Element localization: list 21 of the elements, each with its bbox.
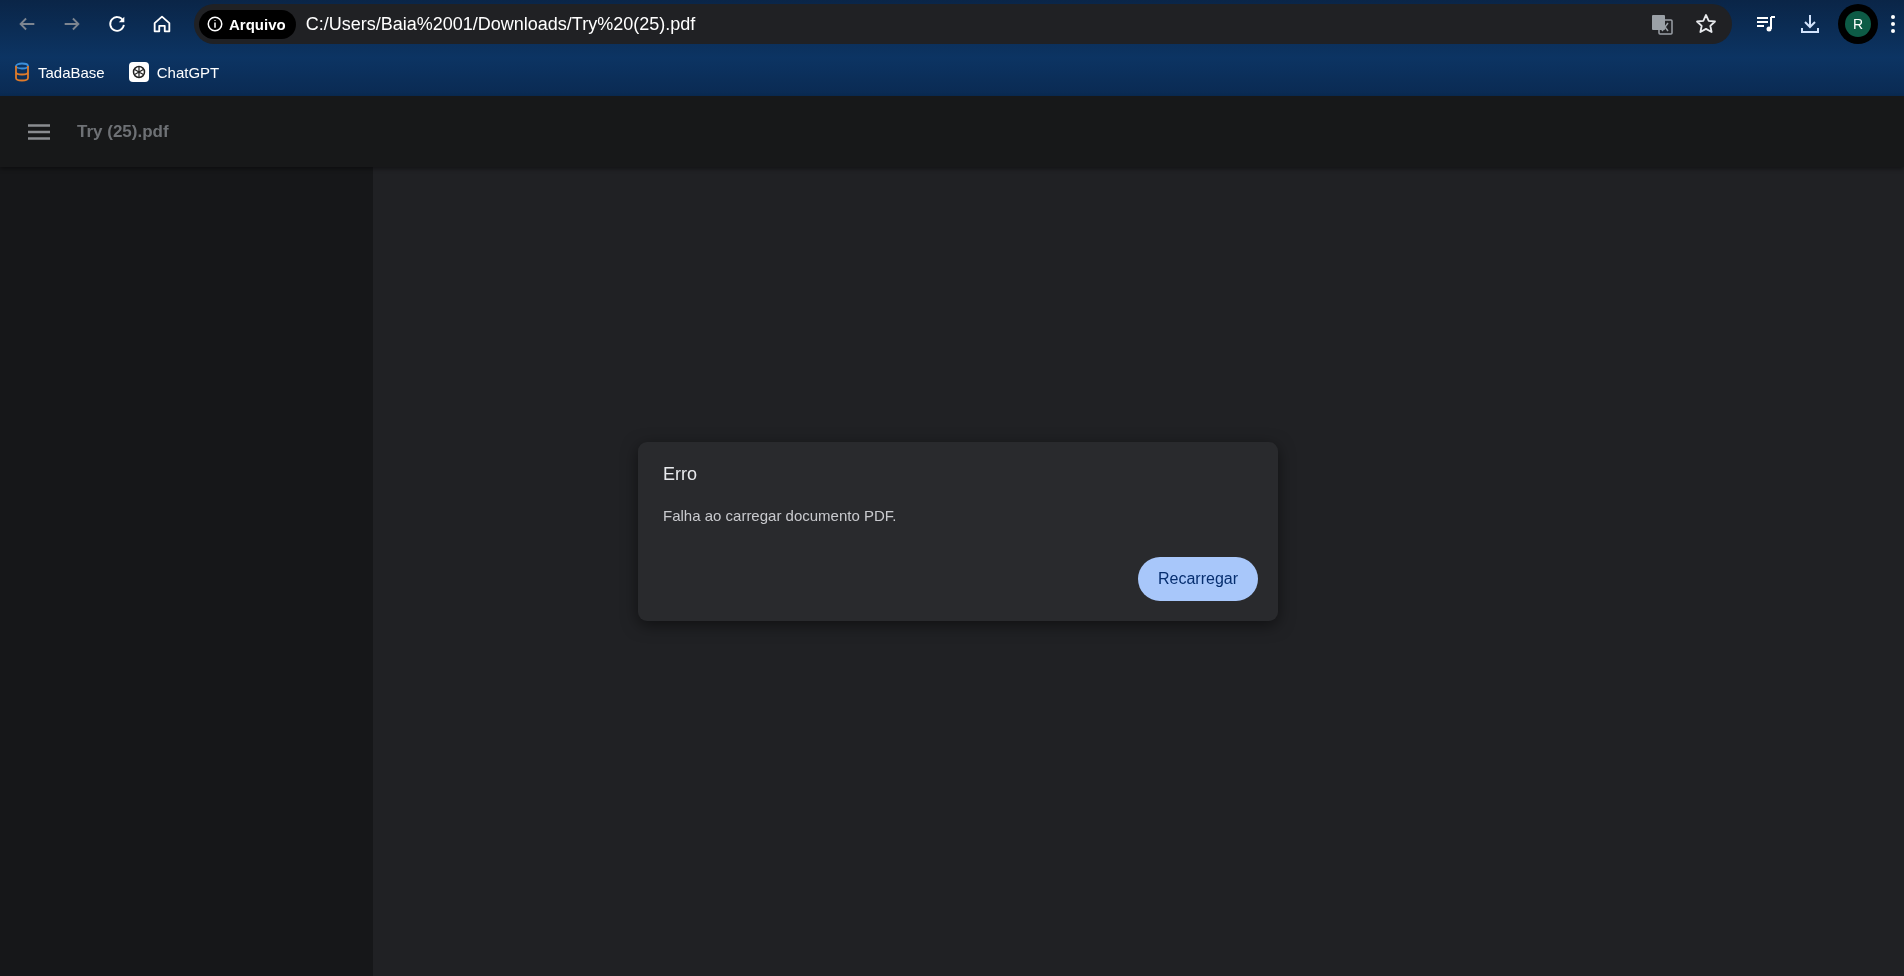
- menu-icon: [28, 123, 50, 140]
- file-chip[interactable]: Arquivo: [199, 9, 296, 39]
- info-icon: [206, 15, 224, 33]
- chip-label: Arquivo: [229, 15, 286, 33]
- star-icon[interactable]: [1694, 12, 1718, 36]
- bookmark[interactable]: ChatGPT: [126, 58, 222, 86]
- document-title: Try (25).pdf: [77, 121, 169, 142]
- bookmark[interactable]: TadaBase: [12, 58, 107, 86]
- home-icon: [151, 13, 173, 35]
- dialog-title: Erro: [663, 464, 698, 485]
- error-message: Falha ao carregar documento PDF.: [663, 507, 898, 524]
- reload-icon: [106, 13, 128, 35]
- download-icon[interactable]: [1798, 12, 1822, 36]
- more-menu-icon[interactable]: [1890, 13, 1896, 35]
- translate-icon[interactable]: [1650, 12, 1674, 36]
- knot-logo-icon: [128, 62, 149, 82]
- profile-avatar[interactable]: R: [1838, 4, 1878, 44]
- reload-button[interactable]: Recarregar: [1137, 557, 1258, 601]
- address-bar[interactable]: Arquivo C:/Users/Baia%2001/Downloads/Try%20(25).pdf: [194, 4, 1732, 44]
- url-text: C:/Users/Baia%2001/Downloads/Try%20(25).pdf: [304, 13, 697, 35]
- database-icon: [14, 62, 30, 82]
